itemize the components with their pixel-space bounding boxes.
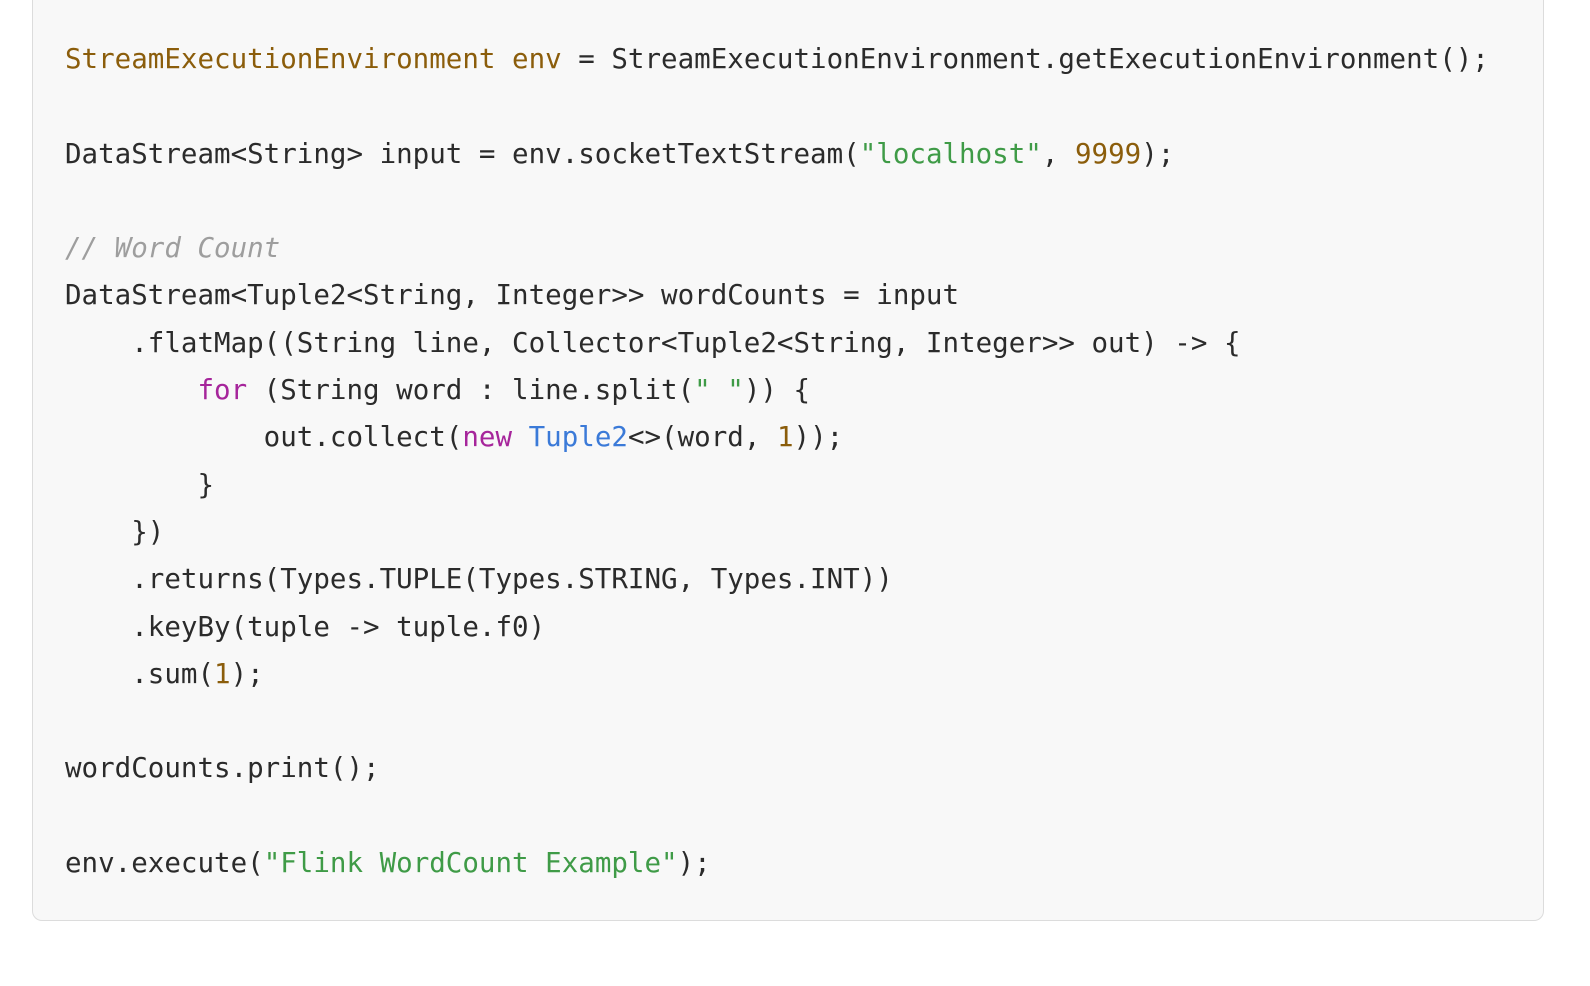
code-line: }) <box>65 509 1489 556</box>
code-string-token: " " <box>694 374 744 407</box>
code-block: StreamExecutionEnvironment env = StreamE… <box>32 0 1544 921</box>
code-line: // Word Count <box>65 225 1489 272</box>
code-text: } <box>65 468 215 501</box>
code-content: StreamExecutionEnvironment env = StreamE… <box>65 36 1489 887</box>
code-text: )); <box>793 421 844 454</box>
code-line: .keyBy(tuple -> tuple.f0) <box>65 604 1489 651</box>
code-text: ); <box>230 657 264 690</box>
code-number-token: 9999 <box>1074 137 1142 170</box>
code-line: env.execute("Flink WordCount Example"); <box>65 840 1489 887</box>
code-line: .flatMap((String line, Collector<Tuple2<… <box>65 320 1489 367</box>
code-line: .sum(1); <box>65 651 1489 698</box>
code-text: DataStream<String> input = env.socketTex… <box>65 137 860 170</box>
code-text: .returns(Types.TUPLE(Types.STRING, Types… <box>65 563 893 596</box>
code-text: env.execute( <box>65 847 264 880</box>
code-number-token: 1 <box>776 421 794 454</box>
code-line: DataStream<Tuple2<String, Integer>> word… <box>65 272 1489 319</box>
code-text: .flatMap((String line, Collector<Tuple2<… <box>65 326 1241 359</box>
code-line: for (String word : line.split(" ")) { <box>65 367 1489 414</box>
code-text: , <box>1041 137 1075 170</box>
code-text: ); <box>1141 137 1175 170</box>
code-text: .sum( <box>65 657 215 690</box>
code-text: out.collect( <box>65 421 463 454</box>
code-number-token: 1 <box>214 657 231 690</box>
code-class-token: Tuple2 <box>528 421 628 454</box>
code-text: )) { <box>743 374 811 407</box>
code-string-token: "localhost" <box>859 137 1042 170</box>
code-text: DataStream<Tuple2<String, Integer>> word… <box>65 279 960 312</box>
code-line: DataStream<String> input = env.socketTex… <box>65 131 1489 178</box>
code-line: wordCounts.print(); <box>65 745 1489 792</box>
code-text: ); <box>677 847 711 880</box>
code-text: wordCounts.print(); <box>65 752 380 785</box>
code-line: .returns(Types.TUPLE(Types.STRING, Types… <box>65 556 1489 603</box>
code-line: StreamExecutionEnvironment env = StreamE… <box>65 36 1489 83</box>
code-line: out.collect(new Tuple2<>(word, 1)); <box>65 414 1489 461</box>
code-string-token: "Flink WordCount Example" <box>263 847 678 880</box>
code-text: (String word : line.split( <box>247 374 695 407</box>
code-line: } <box>65 462 1489 509</box>
code-variable-token: env <box>512 43 562 75</box>
code-text: <>(word, <box>627 421 777 454</box>
code-text: }) <box>65 515 165 548</box>
code-text: = StreamExecutionEnvironment.getExecutio… <box>561 43 1489 75</box>
code-keyword-token: for <box>197 374 248 407</box>
code-type-token: StreamExecutionEnvironment <box>65 43 496 75</box>
code-keyword-token: new <box>462 421 513 454</box>
code-text: .keyBy(tuple -> tuple.f0) <box>65 610 546 643</box>
code-comment: // Word Count <box>65 232 281 265</box>
